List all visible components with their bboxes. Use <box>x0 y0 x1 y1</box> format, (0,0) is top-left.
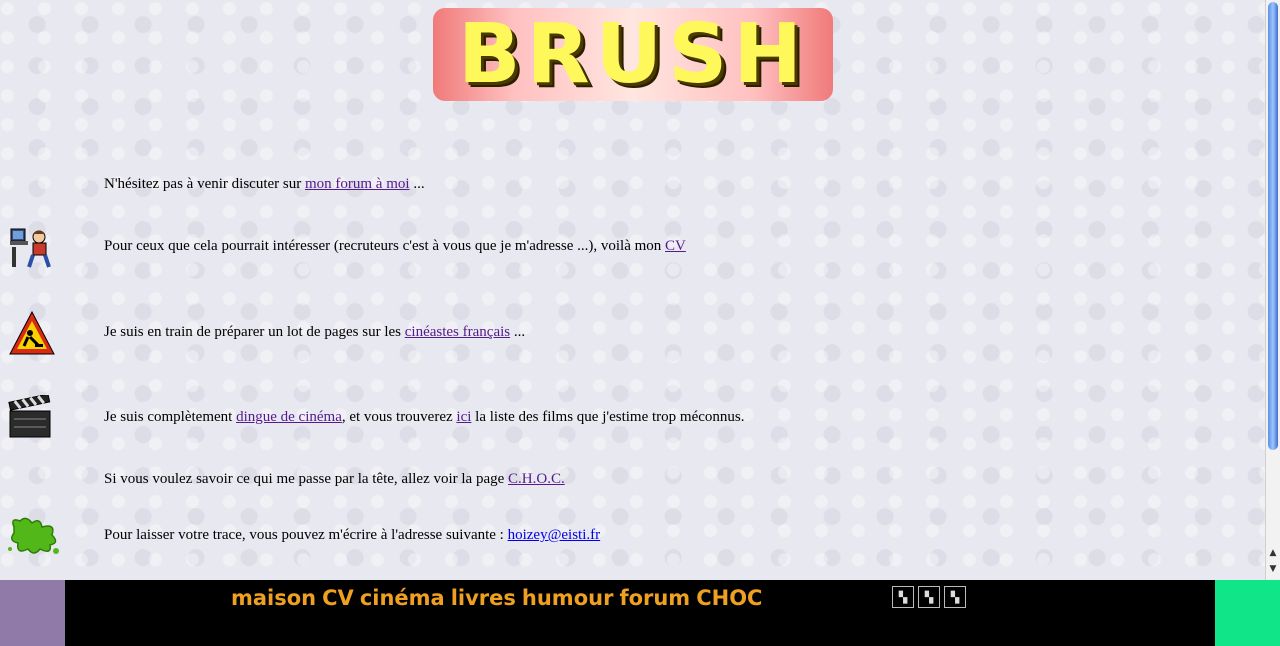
page-content: BRUSH N'hésitez pas à venir discuter sur… <box>0 0 1265 580</box>
cineastes-text-before: Je suis en train de préparer un lot de p… <box>104 324 405 340</box>
scrollbar-thumb[interactable] <box>1268 2 1278 450</box>
footer-right-block <box>1215 580 1280 646</box>
cineastes-text-after: ... <box>510 324 526 340</box>
nav-cv[interactable]: CV <box>322 586 354 610</box>
forum-link[interactable]: mon forum à moi <box>305 176 410 192</box>
cv-link[interactable]: CV <box>665 238 686 254</box>
choc-row: Si vous voulez savoir ce qui me passe pa… <box>104 471 565 488</box>
vertical-scrollbar[interactable]: ▲ ▼ <box>1265 0 1280 580</box>
scroll-up-arrow-icon[interactable]: ▲ <box>1267 546 1279 560</box>
footer-nav-links: maison CV cinéma livres humour forum CHO… <box>231 586 762 610</box>
broken-image-icon[interactable]: ▚ <box>892 586 914 608</box>
email-text-before: Pour laisser votre trace, vous pouvez m'… <box>104 527 508 543</box>
choc-text-before: Si vous voulez savoir ce qui me passe pa… <box>104 471 509 487</box>
brush-logo: BRUSH <box>433 8 833 101</box>
scroll-down-arrow-icon[interactable]: ▼ <box>1267 562 1279 576</box>
footer-nav-icons: ▚ ▚ ▚ <box>892 586 966 608</box>
forum-row: N'hésitez pas à venir discuter sur mon f… <box>104 176 425 193</box>
cinema-text-after: la liste des films que j'estime trop méc… <box>471 409 745 425</box>
cv-row: Pour ceux que cela pourrait intéresser (… <box>104 238 686 255</box>
forum-text-before: N'hésitez pas à venir discuter sur <box>104 176 305 192</box>
roadwork-sign-icon <box>9 310 55 355</box>
footer-left-block <box>0 580 65 646</box>
nav-maison[interactable]: maison <box>231 586 316 610</box>
broken-image-icon[interactable]: ▚ <box>944 586 966 608</box>
email-link[interactable]: hoizey@eisti.fr <box>508 527 601 543</box>
cinema-text-before: Je suis complètement <box>104 409 237 425</box>
email-row: Pour laisser votre trace, vous pouvez m'… <box>104 527 600 544</box>
logo-text: BRUSH <box>458 6 808 102</box>
cinema-link[interactable]: dingue de cinéma <box>236 409 342 425</box>
nav-humour[interactable]: humour <box>522 586 614 610</box>
choc-link[interactable]: C.H.O.C. <box>508 471 565 487</box>
nav-livres[interactable]: livres <box>451 586 516 610</box>
cinema-row: Je suis complètement dingue de cinéma, e… <box>104 409 744 426</box>
nav-cinema[interactable]: cinéma <box>360 586 445 610</box>
cv-text-before: Pour ceux que cela pourrait intéresser (… <box>104 238 666 254</box>
films-list-link[interactable]: ici <box>456 409 471 425</box>
green-splat-icon <box>8 517 59 554</box>
broken-image-icon[interactable]: ▚ <box>918 586 940 608</box>
forum-text-after: ... <box>409 176 425 192</box>
clapperboard-icon <box>8 395 51 438</box>
cineastes-link[interactable]: cinéastes français <box>405 324 510 340</box>
nav-choc[interactable]: CHOC <box>696 586 762 610</box>
person-at-computer-icon <box>10 228 51 268</box>
cinema-text-middle: , et vous trouverez <box>341 409 457 425</box>
nav-forum[interactable]: forum <box>619 586 690 610</box>
cineastes-row: Je suis en train de préparer un lot de p… <box>104 324 525 341</box>
footer-nav-bar: maison CV cinéma livres humour forum CHO… <box>0 580 1280 646</box>
